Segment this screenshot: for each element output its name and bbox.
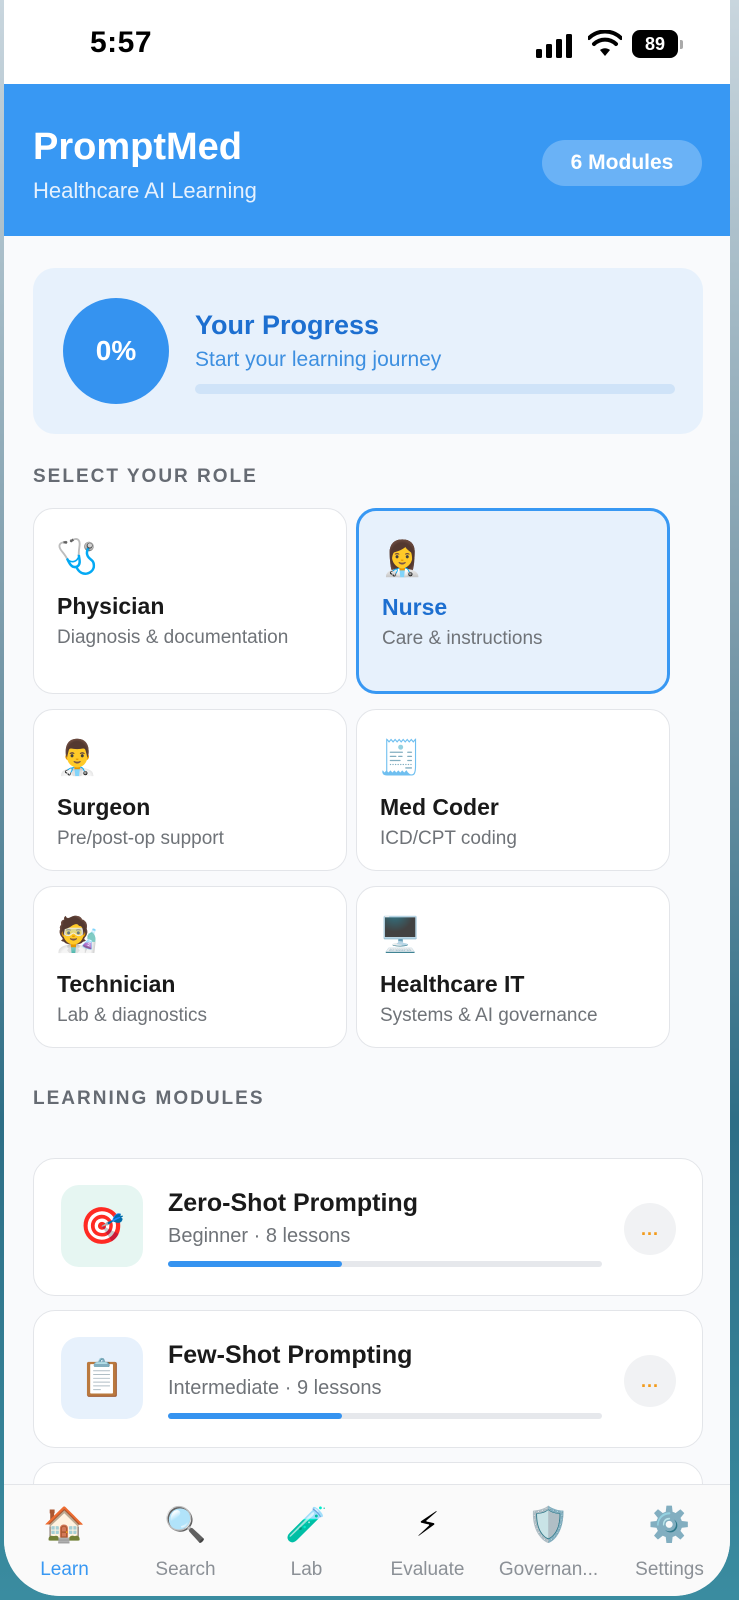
module-progress-bar: [168, 1261, 602, 1267]
role-card-healthcare-it[interactable]: 🖥️ Healthcare IT Systems & AI governance: [356, 886, 670, 1048]
tab-settings[interactable]: ⚙️ Settings: [609, 1485, 730, 1596]
tab-governan[interactable]: 🛡️ Governan...: [488, 1485, 609, 1596]
module-meta: Intermediate · 9 lessons: [168, 1377, 382, 1399]
role-name: Nurse: [382, 594, 448, 620]
tab-label: Governan...: [498, 1559, 599, 1580]
module-card-few-shot-prompting[interactable]: 📋 Few-Shot Prompting Intermediate · 9 less…: [33, 1310, 703, 1448]
shield-icon: 🛡️: [527, 1506, 570, 1544]
magnifier-icon: 🔍: [164, 1506, 207, 1544]
tab-search[interactable]: 🔍 Search: [125, 1485, 246, 1596]
phone-screen: 5:57 89 PromptMed Healthcare AI Learning…: [4, 0, 730, 1596]
status-time: 5:57: [90, 26, 153, 59]
wifi-icon: [588, 30, 622, 56]
tab-evaluate[interactable]: ⚡ Evaluate: [367, 1485, 488, 1596]
role-description: Pre/post-op support: [57, 828, 224, 849]
roles-section-label: SELECT YOUR ROLE: [33, 466, 258, 487]
role-card-technician[interactable]: 🧑‍🔬 Technician Lab & diagnostics: [33, 886, 347, 1048]
more-options-button[interactable]: ...: [624, 1355, 676, 1407]
progress-subtitle: Start your learning journey: [195, 348, 442, 371]
house-icon: 🏠: [43, 1506, 86, 1544]
tab-label: Settings: [635, 1559, 704, 1580]
app-title: PromptMed: [33, 126, 242, 168]
role-card-physician[interactable]: 🩺 Physician Diagnosis & documentation: [33, 508, 347, 694]
module-card-zero-shot-prompting[interactable]: 🎯 Zero-Shot Prompting Beginner · 8 lessons…: [33, 1158, 703, 1296]
progress-bar: [195, 384, 675, 394]
tab-label: Learn: [40, 1559, 89, 1580]
gear-icon: ⚙️: [648, 1506, 691, 1544]
target-icon: 🎯: [61, 1185, 143, 1267]
module-meta: Beginner · 8 lessons: [168, 1225, 351, 1247]
tab-label: Search: [155, 1559, 216, 1580]
progress-title: Your Progress: [195, 310, 380, 340]
module-progress-fill: [168, 1261, 342, 1267]
receipt-icon: 🧾: [379, 739, 422, 777]
tab-lab[interactable]: 🧪 Lab: [246, 1485, 367, 1596]
progress-percent-circle: 0%: [63, 298, 169, 404]
role-name: Physician: [57, 593, 165, 619]
app-subtitle: Healthcare AI Learning: [33, 178, 257, 203]
tab-label: Lab: [290, 1559, 323, 1580]
cellular-signal-icon: [536, 34, 572, 58]
modules-section-label: LEARNING MODULES: [33, 1088, 265, 1109]
module-title: Zero-Shot Prompting: [168, 1189, 418, 1217]
role-card-nurse[interactable]: 👩‍⚕️ Nurse Care & instructions: [356, 508, 670, 694]
app-header: PromptMed Healthcare AI Learning 6 Modul…: [4, 84, 730, 236]
progress-card: 0% Your Progress Start your learning jou…: [33, 268, 703, 434]
module-title: Few-Shot Prompting: [168, 1341, 413, 1369]
module-progress-bar: [168, 1413, 602, 1419]
status-bar: 5:57 89: [4, 0, 730, 84]
lightning-icon: ⚡: [415, 1506, 440, 1544]
test-tube-icon: 🧪: [285, 1506, 328, 1544]
module-progress-fill: [168, 1413, 342, 1419]
role-description: ICD/CPT coding: [380, 828, 517, 849]
role-description: Lab & diagnostics: [57, 1005, 207, 1026]
battery-indicator: 89: [632, 30, 683, 58]
role-description: Care & instructions: [382, 628, 543, 649]
role-name: Med Coder: [380, 794, 499, 820]
nurse-icon: 👩‍⚕️: [381, 540, 424, 578]
lab-technician-icon: 🧑‍🔬: [56, 916, 99, 954]
modules-count-badge[interactable]: 6 Modules: [542, 140, 702, 186]
role-name: Surgeon: [57, 794, 151, 820]
desktop-computer-icon: 🖥️: [379, 916, 422, 954]
tab-learn[interactable]: 🏠 Learn: [4, 1485, 125, 1596]
role-description: Systems & AI governance: [380, 1005, 598, 1026]
more-options-button[interactable]: ...: [624, 1203, 676, 1255]
clipboard-icon: 📋: [61, 1337, 143, 1419]
role-name: Technician: [57, 971, 176, 997]
role-name: Healthcare IT: [380, 971, 525, 997]
role-card-med-coder[interactable]: 🧾 Med Coder ICD/CPT coding: [356, 709, 670, 871]
surgeon-icon: 👨‍⚕️: [56, 739, 99, 777]
role-description: Diagnosis & documentation: [57, 627, 289, 648]
stethoscope-icon: 🩺: [56, 538, 99, 576]
tab-bar: 🏠 Learn 🔍 Search 🧪 Lab ⚡ Evaluate 🛡️ Governan... ⚙…: [4, 1484, 730, 1596]
role-card-surgeon[interactable]: 👨‍⚕️ Surgeon Pre/post-op support: [33, 709, 347, 871]
tab-label: Evaluate: [390, 1559, 465, 1580]
module-card-partial[interactable]: [33, 1462, 703, 1484]
main-content[interactable]: 0% Your Progress Start your learning jou…: [4, 236, 730, 1484]
